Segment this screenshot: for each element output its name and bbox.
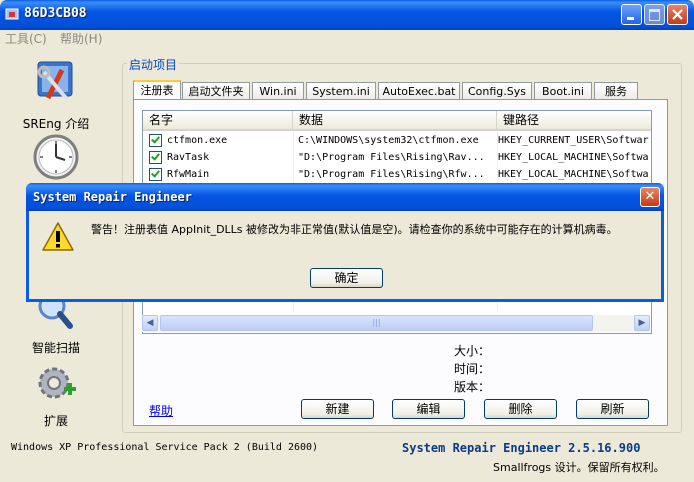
column-header-path[interactable]: 键路径 bbox=[497, 111, 651, 129]
nav-label: 智能扫描 bbox=[31, 341, 80, 355]
row-data: "D:\Program Files\Rising\Rav... bbox=[298, 152, 485, 163]
nav-extensions[interactable]: 扩展 bbox=[20, 361, 92, 429]
edit-button[interactable]: 编辑 bbox=[392, 399, 465, 419]
row-data: C:\WINDOWS\system32\ctfmon.exe bbox=[298, 135, 479, 146]
dialog-body: 警告！注册表值 AppInit_DLLs 被修改为非正常值(默认值是空)。请检查… bbox=[29, 211, 661, 299]
nav-smart-scan[interactable]: 智能扫描 bbox=[20, 292, 92, 356]
scroll-thumb[interactable]: ||| bbox=[160, 315, 593, 331]
tab-services[interactable]: 服务 bbox=[594, 82, 638, 99]
new-button[interactable]: 新建 bbox=[301, 399, 374, 419]
size-label: 大小： bbox=[454, 344, 491, 358]
tab-boot-ini[interactable]: Boot.ini bbox=[534, 82, 592, 99]
menu-help[interactable]: 帮助(H) bbox=[60, 30, 102, 47]
tab-registry[interactable]: 注册表 bbox=[133, 80, 181, 100]
groupbox-title: 启动项目 bbox=[127, 56, 180, 73]
warning-dialog: System Repair Engineer ✕ 警告！注册表值 AppInit… bbox=[26, 183, 664, 302]
row-path: HKEY_LOCAL_MACHINE\Softwa bbox=[498, 152, 649, 163]
column-header-name[interactable]: 名字 bbox=[143, 111, 293, 129]
app-icon bbox=[5, 8, 19, 20]
window-title: 86D3CB08 bbox=[24, 6, 87, 21]
warning-icon bbox=[42, 222, 74, 251]
list-header: 名字 数据 键路径 bbox=[143, 111, 651, 131]
minimize-button[interactable] bbox=[621, 4, 642, 25]
os-version-text: Windows XP Professional Service Pack 2 (… bbox=[11, 442, 319, 453]
delete-button[interactable]: 删除 bbox=[484, 399, 557, 419]
row-path: HKEY_LOCAL_MACHINE\Softwa bbox=[498, 169, 649, 180]
dialog-title: System Repair Engineer bbox=[33, 190, 192, 204]
menu-bar: 工具(C) 帮助(H) bbox=[0, 30, 694, 50]
list-row[interactable]: ctfmon.exe C:\WINDOWS\system32\ctfmon.ex… bbox=[143, 132, 651, 149]
row-data: "D:\Program Files\Rising\Rfw... bbox=[298, 169, 485, 180]
nav-sreng-intro[interactable]: SREng 介绍 bbox=[20, 58, 92, 132]
nav-label: 扩展 bbox=[43, 414, 68, 428]
help-link[interactable]: 帮助 bbox=[149, 402, 173, 419]
window-titlebar[interactable]: 86D3CB08 bbox=[0, 0, 694, 30]
copyright-text: Smallfrogs 设计。保留所有权利。 bbox=[493, 461, 665, 474]
tab-config-sys[interactable]: Config.Sys bbox=[462, 82, 532, 99]
tab-system-ini[interactable]: System.ini bbox=[306, 82, 376, 99]
tab-win-ini[interactable]: Win.ini bbox=[252, 82, 304, 99]
list-hscrollbar[interactable]: ◀ ||| ▶ bbox=[142, 315, 650, 332]
close-icon bbox=[672, 9, 683, 20]
magnifier-icon bbox=[38, 292, 73, 329]
tools-icon bbox=[37, 61, 73, 100]
scroll-left-button[interactable]: ◀ bbox=[142, 315, 158, 331]
row-checkbox[interactable] bbox=[149, 151, 162, 164]
dialog-titlebar[interactable]: System Repair Engineer ✕ bbox=[26, 183, 664, 211]
row-checkbox[interactable] bbox=[149, 168, 162, 181]
row-checkbox[interactable] bbox=[149, 134, 162, 147]
version-label: 版本： bbox=[454, 380, 491, 394]
menu-tools[interactable]: 工具(C) bbox=[5, 30, 47, 47]
gear-plus-icon bbox=[38, 367, 76, 399]
row-path: HKEY_CURRENT_USER\Softwar bbox=[498, 135, 649, 146]
time-label: 时间： bbox=[454, 362, 491, 376]
nav-clock[interactable] bbox=[20, 133, 92, 184]
dialog-message: 警告！注册表值 AppInit_DLLs 被修改为非正常值(默认值是空)。请检查… bbox=[91, 223, 618, 236]
ok-button[interactable]: 确定 bbox=[310, 268, 383, 288]
list-row[interactable]: RavTask "D:\Program Files\Rising\Rav... … bbox=[143, 149, 651, 166]
row-name: RfwMain bbox=[167, 169, 210, 180]
product-version-text: System Repair Engineer 2.5.16.900 bbox=[402, 441, 641, 455]
tab-startup-folder[interactable]: 启动文件夹 bbox=[182, 82, 250, 99]
maximize-button[interactable] bbox=[644, 4, 665, 25]
scroll-right-button[interactable]: ▶ bbox=[634, 315, 650, 331]
close-button[interactable] bbox=[667, 4, 688, 25]
refresh-button[interactable]: 刷新 bbox=[576, 399, 649, 419]
row-name: RavTask bbox=[167, 152, 210, 163]
tab-autoexec-bat[interactable]: AutoExec.bat bbox=[378, 82, 460, 99]
nav-label: SREng 介绍 bbox=[22, 117, 90, 131]
list-row[interactable]: RfwMain "D:\Program Files\Rising\Rfw... … bbox=[143, 166, 651, 183]
clock-icon bbox=[33, 134, 79, 180]
row-name: ctfmon.exe bbox=[167, 135, 228, 146]
column-header-data[interactable]: 数据 bbox=[293, 111, 497, 129]
dialog-close-button[interactable]: ✕ bbox=[640, 187, 660, 207]
